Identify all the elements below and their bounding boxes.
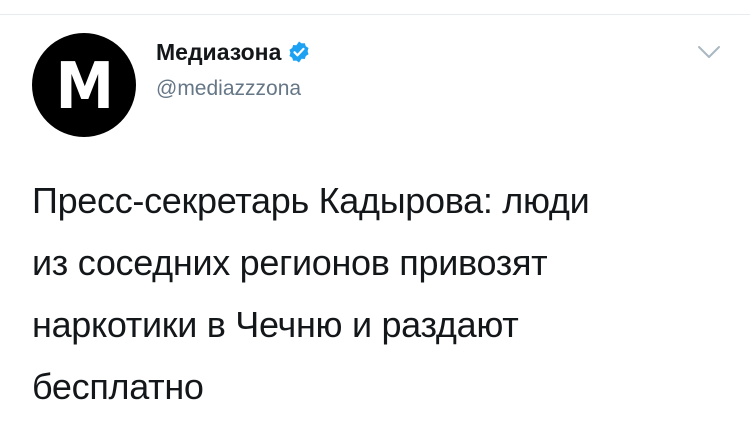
tweet-text-line: бесплатно xyxy=(32,366,204,407)
avatar[interactable]: M xyxy=(32,33,136,137)
verified-badge-icon xyxy=(287,40,311,64)
chevron-down-icon[interactable] xyxy=(696,39,722,65)
avatar-letter: M xyxy=(55,50,115,124)
tweet-text-line: наркотики в Чечню и раздают xyxy=(32,304,519,345)
tweet-text: Пресс-секретарь Кадырова: люди из соседн… xyxy=(32,170,722,418)
display-name[interactable]: Медиазона xyxy=(156,37,281,67)
tweet-text-line: из соседних регионов привозят xyxy=(32,242,548,283)
tweet-card: M Медиазона @mediazzzona Пресс-секретарь… xyxy=(0,15,750,423)
account-handle[interactable]: @mediazzzona xyxy=(156,75,301,103)
top-divider xyxy=(0,0,750,15)
name-row: Медиазона xyxy=(156,37,311,67)
tweet-text-line: Пресс-секретарь Кадырова: люди xyxy=(32,180,590,221)
